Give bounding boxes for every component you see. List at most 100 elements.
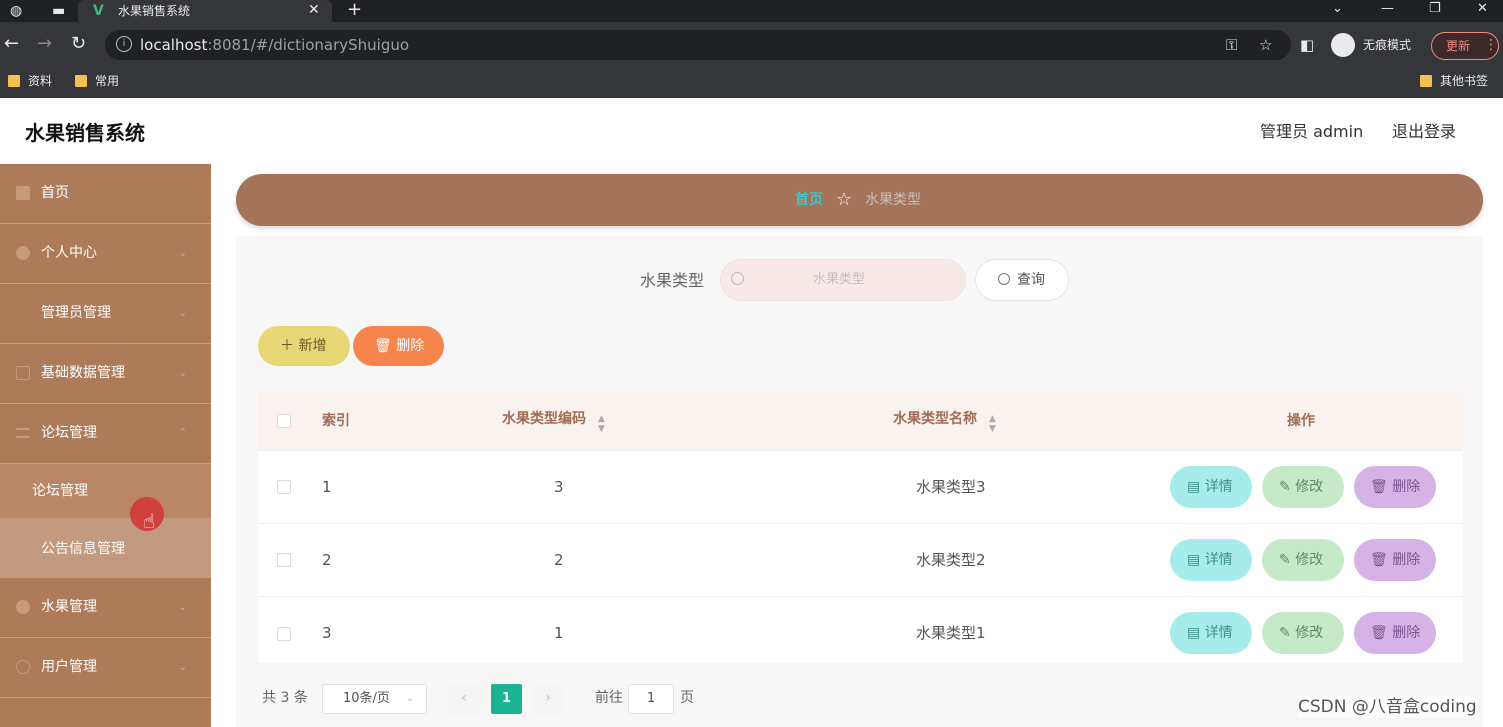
row-divider	[258, 596, 1463, 597]
cell-index: 3	[322, 624, 332, 642]
chevron-down-icon: ⌄	[178, 660, 188, 673]
submenu-item-label: 论坛管理	[32, 483, 88, 499]
sidebar-item-profile[interactable]: 个人中心 ⌄	[0, 224, 211, 284]
cell-code: 3	[554, 478, 564, 496]
cell-index: 1	[322, 478, 332, 496]
sidebar-item-label: 用户管理	[41, 659, 97, 675]
cell-name: 水果类型2	[916, 551, 986, 569]
browser-tab[interactable]	[78, 0, 332, 22]
forward-icon[interactable]: →	[37, 33, 52, 55]
folder-icon	[8, 75, 20, 87]
next-page-button[interactable]: ›	[533, 684, 563, 714]
plus-icon: ＋	[280, 338, 299, 354]
search-label: 水果类型	[640, 271, 705, 290]
submenu-forum[interactable]: 论坛管理	[0, 464, 211, 518]
sidebar-item-label: 首页	[41, 185, 69, 201]
star-icon: ☆	[836, 189, 853, 210]
delete-button-label: 🗑 删除	[1370, 552, 1421, 568]
close-window-icon[interactable]: ✕	[1477, 0, 1488, 18]
sort-icon[interactable]: ▲ ▼	[989, 414, 996, 434]
home-icon	[16, 186, 30, 200]
chevron-down-icon: ⌄	[178, 306, 188, 319]
vue-logo-icon: V	[93, 3, 104, 19]
edit-button-label: ✎ 修改	[1279, 479, 1324, 495]
new-tab-icon[interactable]: +	[347, 0, 362, 20]
pagination-total: 共 3 条	[262, 690, 308, 706]
site-info-icon[interactable]: i	[116, 36, 132, 52]
list-icon	[16, 428, 30, 438]
search-placeholder: 水果类型	[813, 272, 866, 287]
tab-search-icon[interactable]: ⌄	[1332, 0, 1343, 18]
detail-button-label: ▤ 详情	[1187, 552, 1233, 568]
url-text[interactable]: localhost:8081/#/dictionaryShuiguo	[140, 35, 409, 55]
other-bookmarks[interactable]: 其他书签	[1420, 72, 1488, 92]
minimize-icon[interactable]: —	[1381, 0, 1394, 18]
select-all-checkbox[interactable]	[277, 414, 291, 428]
back-icon[interactable]: ←	[4, 33, 19, 55]
sidebar-item-label: 个人中心	[41, 245, 97, 261]
submenu-notices[interactable]: 公告信息管理	[0, 518, 211, 578]
breadcrumb-current: 水果类型	[865, 192, 921, 208]
fruit-icon	[16, 600, 30, 614]
globe-icon[interactable]: ◍	[10, 2, 22, 20]
chevron-down-icon: ⌄	[178, 366, 188, 379]
search-icon	[998, 273, 1010, 285]
sidebar-item-users[interactable]: 用户管理 ⌄	[0, 638, 211, 698]
restore-icon[interactable]: ❐	[1429, 0, 1441, 18]
row-checkbox[interactable]	[277, 627, 291, 641]
bookmarks-bar	[0, 68, 1503, 98]
edit-button-label: ✎ 修改	[1279, 625, 1324, 641]
breadcrumb-home[interactable]: 首页	[795, 190, 823, 210]
column-header-code[interactable]: 水果类型编码	[502, 409, 586, 429]
logout-link[interactable]: 退出登录	[1392, 121, 1456, 143]
sort-icon[interactable]: ▲ ▼	[598, 414, 605, 434]
submenu-item-label: 公告信息管理	[41, 541, 125, 557]
reload-icon[interactable]: ↻	[71, 33, 86, 55]
incognito-icon	[1331, 33, 1355, 57]
hand-cursor-icon: ☝	[143, 509, 156, 533]
sidebar-item-fruit[interactable]: 水果管理 ⌄	[0, 578, 211, 638]
update-button[interactable]: 更新 ⋮	[1431, 32, 1499, 60]
page-number-current[interactable]: 1	[491, 684, 522, 714]
goto-label: 前往	[595, 690, 623, 706]
sidebar-item-admins[interactable]: 管理员管理 ⌄	[0, 284, 211, 344]
tab-close-icon[interactable]: ✕	[308, 1, 320, 19]
key-icon[interactable]: ⚿	[1226, 35, 1237, 55]
database-icon	[16, 366, 30, 380]
chevron-down-icon: ⌄	[178, 246, 188, 259]
users-icon	[16, 660, 30, 674]
cell-index: 2	[322, 551, 332, 569]
sidebar-item-label: 水果管理	[41, 599, 97, 615]
page-unit-label: 页	[680, 690, 694, 706]
cell-code: 1	[554, 624, 564, 642]
chevron-down-icon: ⌄	[178, 600, 188, 613]
side-panel-icon[interactable]: ◧	[1300, 35, 1314, 55]
column-header-actions: 操作	[1287, 413, 1315, 429]
batch-delete-label: 🗑 删除	[374, 338, 425, 354]
delete-button-label: 🗑 删除	[1370, 625, 1421, 641]
row-checkbox[interactable]	[277, 553, 291, 567]
sidebar-item-forum[interactable]: 论坛管理 ⌃	[0, 404, 211, 464]
tab-grid-icon[interactable]: ▬	[52, 2, 65, 20]
detail-button-label: ▤ 详情	[1187, 479, 1233, 495]
incognito-indicator[interactable]: 无痕模式	[1331, 33, 1423, 57]
prev-page-button[interactable]: ‹	[449, 684, 479, 714]
column-header-index: 索引	[322, 413, 350, 429]
bookmark-star-icon[interactable]: ☆	[1259, 35, 1272, 55]
query-button-label: 查询	[1017, 272, 1045, 288]
column-header-name[interactable]: 水果类型名称	[893, 409, 977, 429]
bookmark-folder[interactable]: 常用	[75, 72, 119, 92]
user-icon	[16, 246, 30, 260]
folder-icon	[1420, 75, 1432, 87]
cell-name: 水果类型3	[916, 478, 986, 496]
chevron-up-icon: ⌃	[178, 426, 188, 439]
bookmark-folder[interactable]: 资料	[8, 72, 52, 92]
current-user: 管理员 admin	[1260, 122, 1364, 141]
edit-button-label: ✎ 修改	[1279, 552, 1324, 568]
breadcrumb	[236, 174, 1483, 226]
sidebar-item-home[interactable]: 首页	[0, 164, 211, 224]
page-size-value: 10条/页	[343, 691, 390, 706]
goto-page-input[interactable]: 1	[628, 684, 674, 714]
sidebar-item-basic-data[interactable]: 基础数据管理 ⌄	[0, 344, 211, 404]
row-checkbox[interactable]	[277, 480, 291, 494]
